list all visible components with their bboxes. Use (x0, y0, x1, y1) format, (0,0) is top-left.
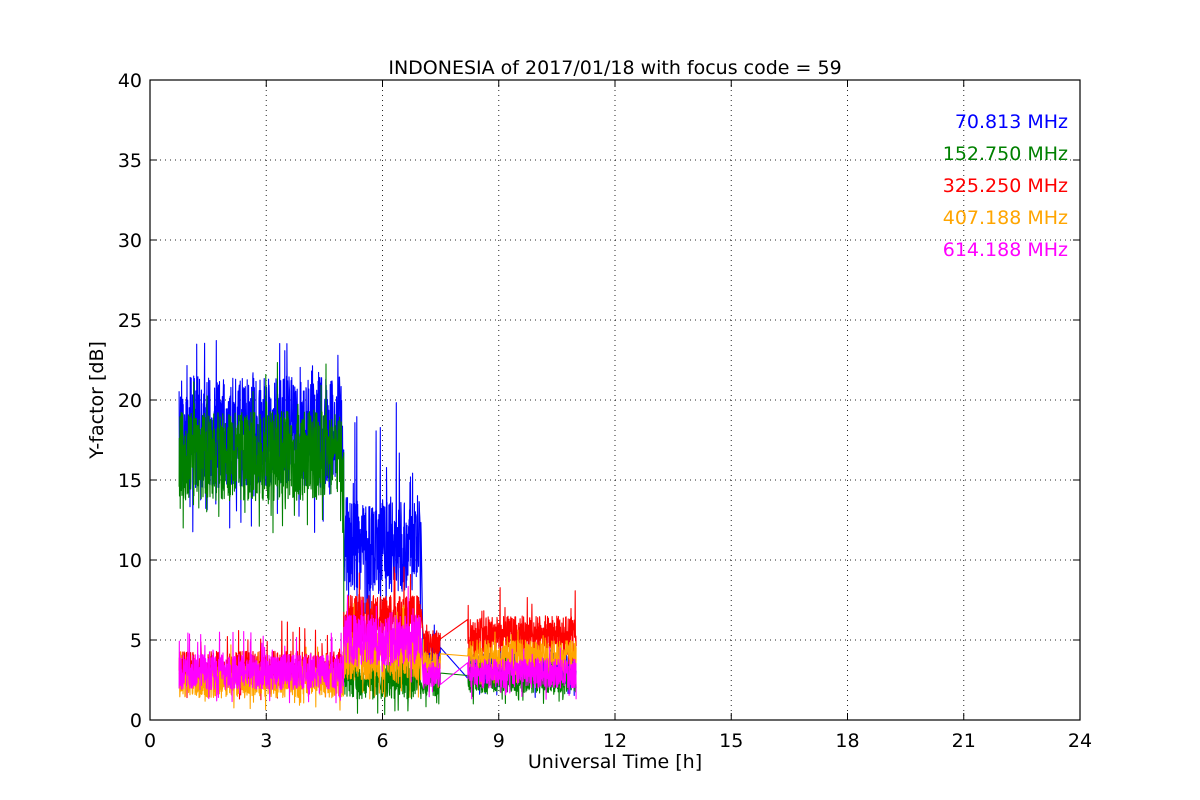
x-tick-label: 18 (835, 730, 859, 752)
y-tick-label: 25 (118, 310, 142, 332)
y-tick-label: 30 (118, 230, 142, 252)
x-axis-label: Universal Time [h] (528, 751, 702, 773)
legend-entry: 614.188 MHz (943, 239, 1068, 261)
legend-entry: 407.188 MHz (943, 207, 1068, 229)
y-tick-label: 0 (130, 710, 142, 732)
y-tick-label: 40 (118, 70, 142, 92)
y-tick-label: 35 (118, 150, 142, 172)
x-tick-label: 6 (376, 730, 388, 752)
x-tick-label: 12 (603, 730, 627, 752)
y-axis-label: Y-factor [dB] (86, 341, 108, 460)
legend-entry: 325.250 MHz (943, 175, 1068, 197)
x-tick-label: 3 (260, 730, 272, 752)
x-tick-label: 21 (952, 730, 976, 752)
y-tick-label: 15 (118, 470, 142, 492)
chart-figure: INDONESIA of 2017/01/18 with focus code … (0, 0, 1200, 800)
y-tick-label: 5 (130, 630, 142, 652)
legend-entry: 70.813 MHz (955, 111, 1068, 133)
y-tick-label: 10 (118, 550, 142, 572)
x-tick-label: 0 (144, 730, 156, 752)
x-tick-label: 15 (719, 730, 743, 752)
x-tick-label: 9 (493, 730, 505, 752)
chart-title: INDONESIA of 2017/01/18 with focus code … (388, 57, 841, 79)
legend-entry: 152.750 MHz (943, 143, 1068, 165)
y-tick-label: 20 (118, 390, 142, 412)
x-tick-label: 24 (1068, 730, 1092, 752)
